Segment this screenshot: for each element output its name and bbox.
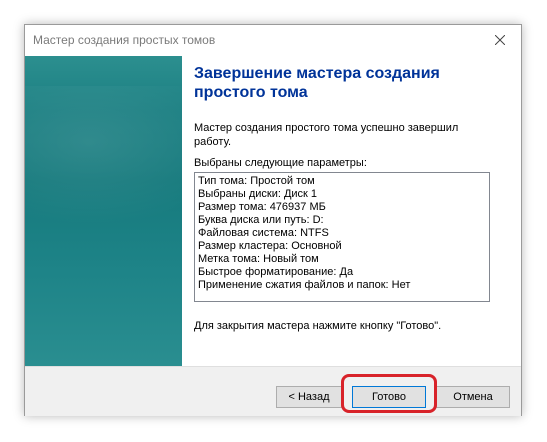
back-button[interactable]: < Назад [276, 386, 342, 408]
cancel-button[interactable]: Отмена [436, 386, 510, 408]
param-line: Применение сжатия файлов и папок: Нет [198, 279, 411, 291]
params-label: Выбраны следующие параметры: [194, 157, 367, 169]
param-line: Размер тома: 476937 МБ [198, 201, 326, 213]
param-line: Метка тома: Новый том [198, 253, 319, 265]
param-line: Выбраны диски: Диск 1 [198, 188, 318, 200]
param-line: Файловая система: NTFS [198, 227, 329, 239]
close-icon [495, 35, 505, 45]
button-bar: < Назад Готово Отмена [25, 366, 521, 416]
completion-description: Мастер создания простого тома успешно за… [194, 122, 459, 148]
side-banner-image [25, 56, 182, 366]
title-bar: Мастер создания простых томов [25, 25, 521, 55]
param-line: Буква диска или путь: D: [198, 214, 324, 226]
wizard-content: Завершение мастера создания простого том… [182, 56, 521, 366]
close-button[interactable] [479, 25, 521, 55]
param-line: Быстрое форматирование: Да [198, 266, 354, 278]
param-line: Размер кластера: Основной [198, 240, 342, 252]
finish-instruction: Для закрытия мастера нажмите кнопку "Гот… [194, 320, 442, 332]
page-title: Завершение мастера создания простого том… [194, 65, 440, 101]
wizard-window: Мастер создания простых томов Завершение… [24, 24, 522, 416]
params-summary-box[interactable]: Тип тома: Простой том Выбраны диски: Дис… [194, 172, 490, 302]
param-line: Тип тома: Простой том [198, 175, 315, 187]
window-title: Мастер создания простых томов [33, 33, 216, 47]
finish-button[interactable]: Готово [352, 386, 426, 408]
